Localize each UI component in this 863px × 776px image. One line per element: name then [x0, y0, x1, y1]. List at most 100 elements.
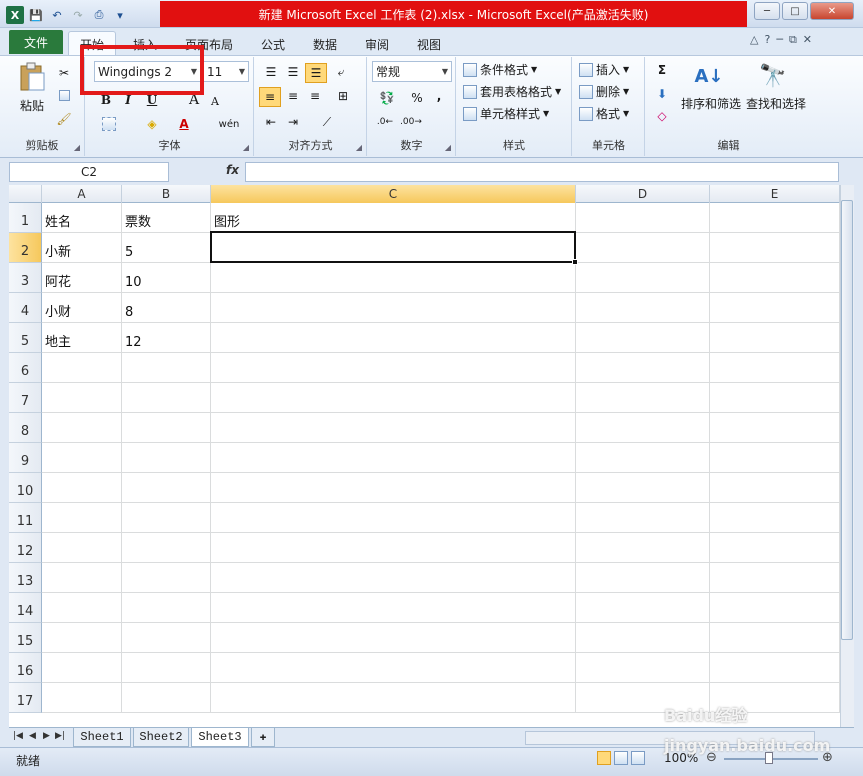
cell-b3[interactable]: 10 [122, 263, 211, 293]
cell-e6[interactable] [710, 353, 840, 383]
cell-d1[interactable] [576, 203, 710, 233]
minimize-button[interactable]: ─ [754, 2, 780, 20]
tab-insert[interactable]: 插入 [128, 33, 162, 55]
cell-c2[interactable] [211, 233, 576, 263]
maximize-button[interactable]: □ [782, 2, 808, 20]
save-icon[interactable]: 💾 [27, 6, 45, 24]
cell-d3[interactable] [576, 263, 710, 293]
cell-a4[interactable]: 小财 [42, 293, 122, 323]
align-right-icon[interactable]: ≡ [305, 87, 325, 105]
zoom-level[interactable]: 100% [664, 751, 698, 765]
bold-button[interactable]: B [98, 91, 114, 109]
sheet-tab-sheet2[interactable]: Sheet2 [133, 728, 189, 747]
row-header-16[interactable]: 16 [9, 653, 42, 683]
cell-b17[interactable] [122, 683, 211, 713]
page-layout-view-icon[interactable] [614, 751, 628, 765]
row-header-17[interactable]: 17 [9, 683, 42, 713]
zoom-slider-thumb[interactable] [765, 752, 773, 764]
row-header-9[interactable]: 9 [9, 443, 42, 473]
cell-a14[interactable] [42, 593, 122, 623]
find-select-icon[interactable]: 🔭 [758, 61, 788, 91]
cell-b16[interactable] [122, 653, 211, 683]
row-header-4[interactable]: 4 [9, 293, 42, 323]
cell-e2[interactable] [710, 233, 840, 263]
tab-file[interactable]: 文件 [9, 30, 63, 54]
dialog-launcher-icon[interactable]: ◢ [445, 143, 451, 152]
cell-c7[interactable] [211, 383, 576, 413]
fill-handle[interactable] [572, 259, 578, 265]
insert-cells-button[interactable]: 插入 ▼ [579, 61, 629, 78]
phonetic-button[interactable]: wén [216, 115, 242, 133]
cell-d12[interactable] [576, 533, 710, 563]
row-header-15[interactable]: 15 [9, 623, 42, 653]
cell-e7[interactable] [710, 383, 840, 413]
cell-a15[interactable] [42, 623, 122, 653]
cell-e4[interactable] [710, 293, 840, 323]
cell-a10[interactable] [42, 473, 122, 503]
cell-d13[interactable] [576, 563, 710, 593]
cell-styles-button[interactable]: 单元格样式 ▼ [463, 105, 549, 122]
cell-e8[interactable] [710, 413, 840, 443]
decrease-decimal-icon[interactable]: .00→ [400, 113, 422, 131]
cell-e11[interactable] [710, 503, 840, 533]
tab-home[interactable]: 开始 [68, 31, 116, 56]
cell-e9[interactable] [710, 443, 840, 473]
paste-button[interactable]: 粘贴 [14, 97, 50, 113]
redo-icon[interactable]: ↷ [69, 6, 87, 24]
cell-b8[interactable] [122, 413, 211, 443]
row-header-7[interactable]: 7 [9, 383, 42, 413]
tab-formulas[interactable]: 公式 [256, 33, 290, 55]
orientation-icon[interactable]: ⟋ [315, 113, 339, 131]
insert-function-button[interactable]: fx [226, 163, 239, 177]
cell-b2[interactable]: 5 [122, 233, 211, 263]
percent-button[interactable]: % [408, 89, 426, 107]
increase-decimal-icon[interactable]: .0← [374, 113, 396, 131]
row-header-2[interactable]: 2 [9, 233, 42, 263]
insert-sheet-icon[interactable]: ✚ [251, 728, 275, 747]
cell-c12[interactable] [211, 533, 576, 563]
sort-filter-button[interactable]: 排序和筛选 [678, 95, 744, 111]
cell-e3[interactable] [710, 263, 840, 293]
tab-view[interactable]: 视图 [412, 33, 446, 55]
clear-icon[interactable]: ◇ [650, 107, 674, 125]
cell-d10[interactable] [576, 473, 710, 503]
cell-a8[interactable] [42, 413, 122, 443]
row-header-5[interactable]: 5 [9, 323, 42, 353]
cell-a2[interactable]: 小新 [42, 233, 122, 263]
cell-d8[interactable] [576, 413, 710, 443]
column-header-b[interactable]: B [122, 185, 211, 203]
workbook-minimize-icon[interactable]: ─ [776, 33, 783, 47]
tab-data[interactable]: 数据 [308, 33, 342, 55]
cell-e15[interactable] [710, 623, 840, 653]
cell-b12[interactable] [122, 533, 211, 563]
help-icon[interactable]: ? [764, 33, 770, 47]
align-middle-icon[interactable]: ☰ [283, 63, 303, 81]
format-as-table-button[interactable]: 套用表格格式 ▼ [463, 83, 561, 100]
cell-b9[interactable] [122, 443, 211, 473]
excel-app-icon[interactable]: X [6, 6, 24, 24]
column-header-a[interactable]: A [42, 185, 122, 203]
font-name-combo[interactable]: Wingdings 2 ▼ [94, 61, 201, 82]
vertical-scroll-thumb[interactable] [841, 200, 853, 640]
format-painter-icon[interactable]: 🖌 [56, 111, 72, 127]
formula-input[interactable] [245, 162, 839, 182]
cell-b5[interactable]: 12 [122, 323, 211, 353]
comma-button[interactable]: , [432, 87, 446, 105]
prev-sheet-icon[interactable]: ◀ [29, 731, 36, 741]
cell-d11[interactable] [576, 503, 710, 533]
cell-a6[interactable] [42, 353, 122, 383]
align-bottom-icon[interactable]: ☰ [305, 63, 327, 83]
cell-c8[interactable] [211, 413, 576, 443]
cell-d5[interactable] [576, 323, 710, 353]
cell-e10[interactable] [710, 473, 840, 503]
cell-e1[interactable] [710, 203, 840, 233]
cell-c17[interactable] [211, 683, 576, 713]
column-header-c[interactable]: C [211, 185, 576, 203]
cell-c9[interactable] [211, 443, 576, 473]
normal-view-icon[interactable] [597, 751, 611, 765]
dialog-launcher-icon[interactable]: ◢ [74, 143, 80, 152]
fill-color-icon[interactable]: ◈ [142, 115, 162, 133]
print-preview-icon[interactable]: ⎙ [90, 6, 108, 24]
merge-center-icon[interactable]: ⊞ [331, 87, 355, 105]
wrap-text-icon[interactable]: ⤶ [331, 63, 351, 81]
